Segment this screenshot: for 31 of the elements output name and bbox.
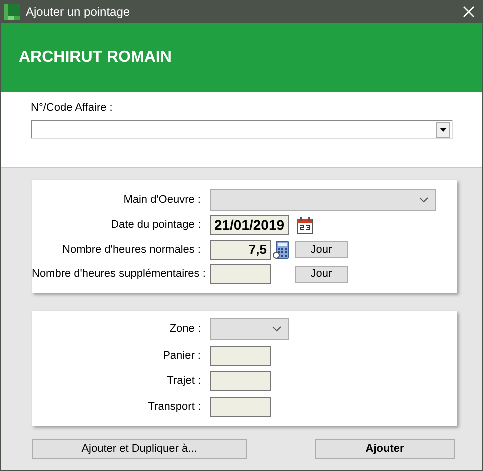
- add-button[interactable]: Ajouter: [315, 439, 455, 459]
- calendar-icon[interactable]: [297, 216, 313, 234]
- field-label: N°/Code Affaire :: [31, 102, 114, 114]
- number-field[interactable]: [210, 264, 271, 284]
- employee-name: ARCHIRUT ROMAIN: [19, 48, 172, 66]
- app-icon: [4, 4, 20, 20]
- dropdown-field[interactable]: [210, 318, 289, 340]
- field-label: Nombre d'heures supplémentaires :: [32, 268, 207, 280]
- field-label: Main d'Oeuvre :: [122, 194, 202, 206]
- field-label: Zone :: [168, 323, 202, 336]
- window-title: Ajouter un pointage: [26, 4, 132, 18]
- number-field[interactable]: [210, 346, 271, 366]
- add-duplicate-button[interactable]: Ajouter et Dupliquer à...: [32, 439, 247, 459]
- caret-icon: [440, 128, 446, 132]
- field-label: Trajet :: [166, 375, 202, 388]
- close-icon[interactable]: [463, 6, 475, 18]
- field-label: Date du pointage :: [110, 219, 202, 232]
- dropdown-field[interactable]: [210, 188, 436, 211]
- date-field[interactable]: 21/01/2019: [210, 215, 289, 236]
- field-label: Transport :: [147, 400, 202, 413]
- field-label: Panier :: [162, 350, 202, 362]
- field-label: Nombre d'heures normales :: [62, 244, 202, 256]
- chevron-icon: [419, 196, 429, 203]
- chevron-icon: [272, 326, 282, 332]
- number-field[interactable]: 7,5: [210, 240, 271, 260]
- number-field[interactable]: [210, 396, 271, 417]
- day-button[interactable]: Jour: [295, 266, 348, 283]
- number-field[interactable]: [210, 371, 271, 392]
- dropdown-button[interactable]: [436, 122, 450, 138]
- calculator-icon[interactable]: [273, 240, 289, 259]
- day-button[interactable]: Jour: [295, 241, 348, 258]
